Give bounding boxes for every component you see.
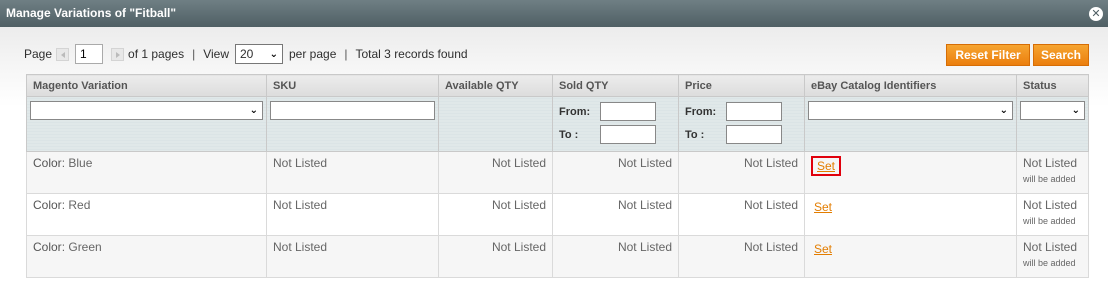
column-header-sold-qty[interactable]: Sold QTY <box>552 74 679 97</box>
sku-filter-input[interactable] <box>270 101 435 120</box>
sold-from-input[interactable] <box>600 102 656 121</box>
attribute-name: Color <box>33 156 62 170</box>
attribute-value: : Green <box>61 240 102 254</box>
available-qty-cell: Not Listed <box>438 193 553 236</box>
set-identifiers-link[interactable]: Set <box>811 156 842 176</box>
attribute-value: : Blue <box>61 156 93 170</box>
price-from-input[interactable] <box>726 102 782 121</box>
price-cell: Not Listed <box>678 151 805 194</box>
records-count: Total 3 records found <box>355 47 468 61</box>
available-qty-cell: Not Listed <box>438 151 553 194</box>
search-button[interactable]: Search <box>1033 44 1089 66</box>
table-row: Color: Green Not Listed Not Listed Not L… <box>26 235 1089 278</box>
prev-arrow-icon[interactable] <box>56 47 70 61</box>
header-row: Magento Variation SKU Available QTY Sold… <box>26 74 1089 97</box>
variation-filter-select[interactable]: ⌄ <box>30 101 263 120</box>
filter-cell: From: To : <box>678 96 805 152</box>
sold-qty-cell: Not Listed <box>552 193 679 236</box>
sold-from-label: From: <box>559 105 591 118</box>
reset-filter-button[interactable]: Reset Filter <box>946 44 1030 66</box>
status-text: Not Listed <box>1023 198 1078 212</box>
close-icon[interactable]: ✕ <box>1089 7 1103 21</box>
dialog-titlebar: Manage Variations of "Fitball" ✕ <box>0 0 1108 27</box>
status-cell: Not Listed will be added <box>1016 235 1089 278</box>
price-to-input[interactable] <box>726 125 782 144</box>
page-label: Page <box>24 47 53 61</box>
set-identifiers-link[interactable]: Set <box>811 198 835 216</box>
pager-divider: | <box>344 47 348 61</box>
pager: Page of 1 pages | View 20 ⌄ per page | T… <box>24 44 468 64</box>
sold-qty-cell: Not Listed <box>552 151 679 194</box>
variation-cell: Color: Red <box>26 193 267 236</box>
status-text: Not Listed <box>1023 240 1078 254</box>
dialog-title: Manage Variations of "Fitball" <box>6 6 177 20</box>
filter-cell: ⌄ <box>26 96 267 152</box>
filter-cell: ⌄ <box>804 96 1017 152</box>
of-pages-text: of 1 pages <box>128 47 185 61</box>
identifiers-filter-select[interactable]: ⌄ <box>808 101 1013 120</box>
chevron-down-icon: ⌄ <box>999 105 1008 116</box>
attribute-value: : Red <box>61 198 91 212</box>
sold-qty-cell: Not Listed <box>552 235 679 278</box>
available-qty-cell: Not Listed <box>438 235 553 278</box>
column-header-status[interactable]: Status <box>1016 74 1089 97</box>
status-note: will be added <box>1023 174 1076 184</box>
filter-cell: ⌄ <box>1016 96 1089 152</box>
filter-row: ⌄ From: To : From: To : ⌄ ⌄ <box>26 96 1089 152</box>
table-row: Color: Red Not Listed Not Listed Not Lis… <box>26 193 1089 236</box>
per-page-select[interactable]: 20 ⌄ <box>235 44 283 64</box>
column-header-magento-variation[interactable]: Magento Variation <box>26 74 267 97</box>
next-arrow-icon[interactable] <box>111 47 125 61</box>
sku-cell: Not Listed <box>266 193 439 236</box>
status-note: will be added <box>1023 216 1076 226</box>
attribute-name: Color <box>33 198 62 212</box>
identifiers-cell: Set <box>804 235 1017 278</box>
chevron-down-icon: ⌄ <box>1071 105 1080 116</box>
filter-cell: From: To : <box>552 96 679 152</box>
variations-grid: Magento Variation SKU Available QTY Sold… <box>26 74 1089 278</box>
chevron-down-icon: ⌄ <box>269 48 278 60</box>
identifiers-cell: Set <box>804 151 1017 194</box>
per-page-value: 20 <box>240 47 254 61</box>
variation-cell: Color: Blue <box>26 151 267 194</box>
column-header-available-qty[interactable]: Available QTY <box>438 74 553 97</box>
sold-to-input[interactable] <box>600 125 656 144</box>
status-cell: Not Listed will be added <box>1016 151 1089 194</box>
price-cell: Not Listed <box>678 235 805 278</box>
column-header-price[interactable]: Price <box>678 74 805 97</box>
sku-cell: Not Listed <box>266 151 439 194</box>
pager-divider: | <box>192 47 196 61</box>
attribute-name: Color <box>33 240 62 254</box>
column-header-sku[interactable]: SKU <box>266 74 439 97</box>
identifiers-cell: Set <box>804 193 1017 236</box>
set-identifiers-link[interactable]: Set <box>811 240 835 258</box>
price-from-label: From: <box>685 105 717 118</box>
per-page-label: per page <box>289 47 337 61</box>
view-label: View <box>203 47 229 61</box>
column-header-ebay-catalog-identifiers[interactable]: eBay Catalog Identifiers <box>804 74 1017 97</box>
status-filter-select[interactable]: ⌄ <box>1020 101 1085 120</box>
variation-cell: Color: Green <box>26 235 267 278</box>
table-row: Color: Blue Not Listed Not Listed Not Li… <box>26 151 1089 194</box>
chevron-down-icon: ⌄ <box>249 105 258 116</box>
page-input[interactable] <box>75 44 104 64</box>
filter-cell <box>438 96 553 152</box>
status-text: Not Listed <box>1023 156 1078 170</box>
sku-cell: Not Listed <box>266 235 439 278</box>
price-to-label: To : <box>685 128 705 141</box>
status-note: will be added <box>1023 258 1076 268</box>
filter-cell <box>266 96 439 152</box>
status-cell: Not Listed will be added <box>1016 193 1089 236</box>
sold-to-label: To : <box>559 128 579 141</box>
price-cell: Not Listed <box>678 193 805 236</box>
